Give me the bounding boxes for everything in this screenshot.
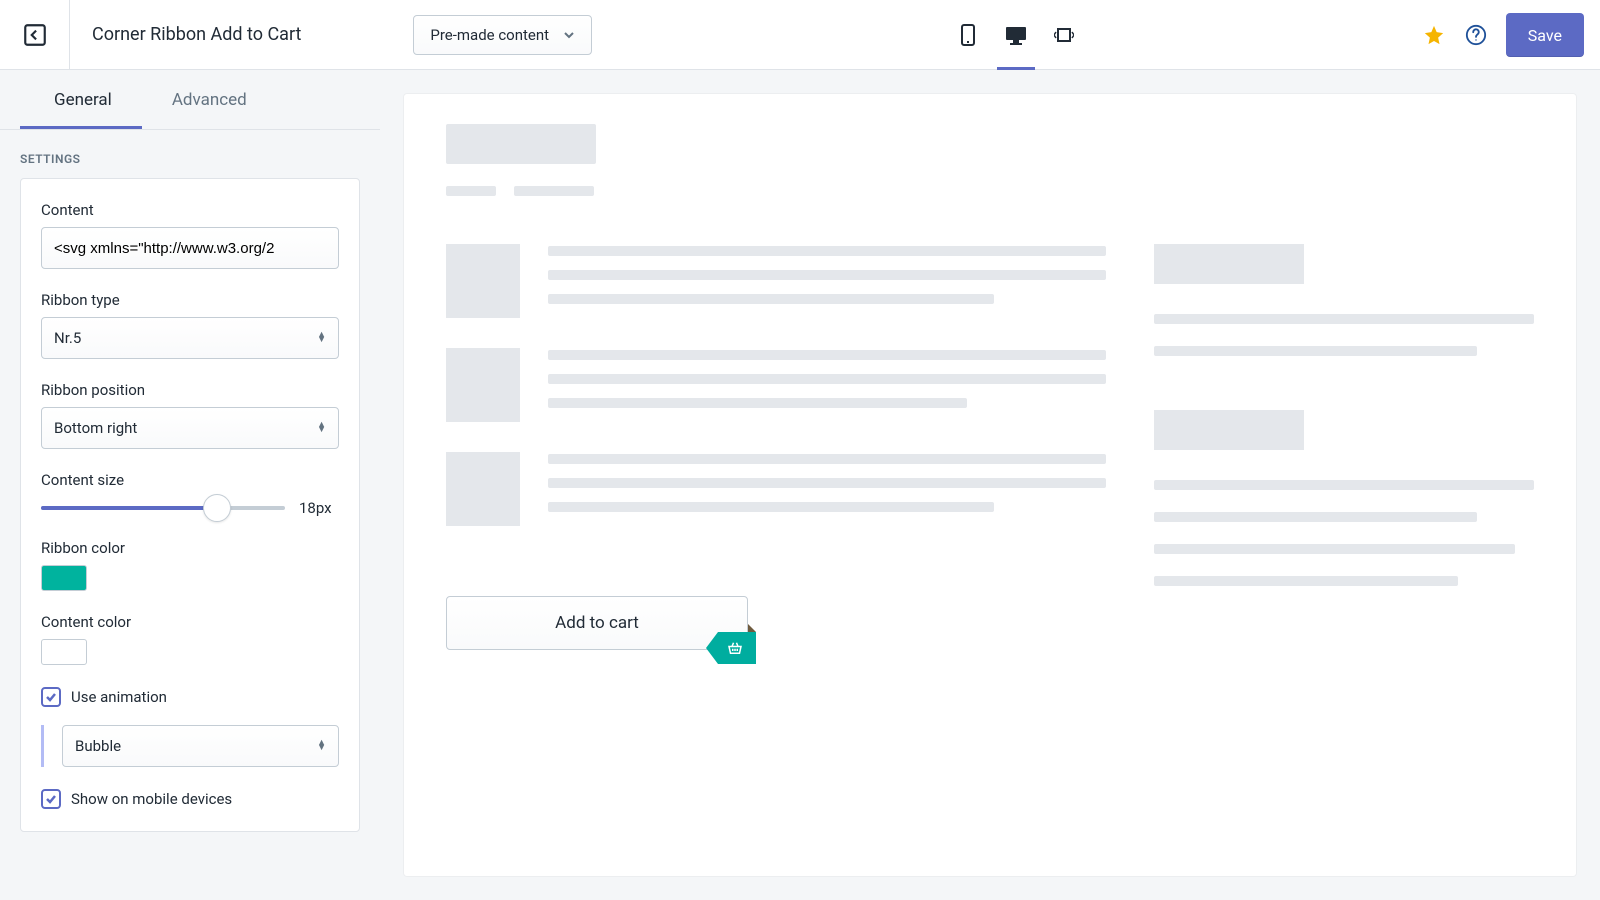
fullwidth-view-button[interactable] xyxy=(1051,0,1077,70)
animation-nested: Bubble ▲▼ xyxy=(41,725,339,767)
placeholder-item xyxy=(446,452,1106,526)
content-size-label: Content size xyxy=(41,471,339,489)
settings-card: Content Ribbon type Nr.5 ▲▼ Ribbon posit… xyxy=(20,178,360,832)
content-input-wrap xyxy=(41,227,339,269)
settings-heading: SETTINGS xyxy=(0,130,380,178)
placeholder-box xyxy=(1154,410,1304,450)
slider-thumb[interactable] xyxy=(203,494,231,522)
back-button[interactable] xyxy=(0,0,70,70)
updown-icon: ▲▼ xyxy=(317,423,326,433)
placeholder-title xyxy=(446,124,596,164)
back-icon xyxy=(22,22,48,48)
help-button[interactable] xyxy=(1464,23,1488,47)
desktop-icon xyxy=(1005,25,1027,45)
add-to-cart-preview: Add to cart xyxy=(446,596,748,650)
viewport-switcher xyxy=(955,0,1077,70)
placeholder-item xyxy=(446,244,1106,318)
field-ribbon-type: Ribbon type Nr.5 ▲▼ xyxy=(41,291,339,359)
use-animation-checkbox-row: Use animation xyxy=(41,687,339,707)
preview-canvas: Add to cart xyxy=(404,94,1576,876)
check-icon xyxy=(45,691,57,703)
field-ribbon-position: Ribbon position Bottom right ▲▼ xyxy=(41,381,339,449)
updown-icon: ▲▼ xyxy=(317,741,326,751)
ribbon-type-select[interactable]: Nr.5 ▲▼ xyxy=(41,317,339,359)
ribbon-color-label: Ribbon color xyxy=(41,539,339,557)
help-icon xyxy=(1465,24,1487,46)
field-content-size: Content size 18px xyxy=(41,471,339,517)
premade-content-dropdown[interactable]: Pre-made content xyxy=(413,15,592,55)
field-content: Content xyxy=(41,201,339,269)
mobile-icon xyxy=(959,24,977,46)
slider-fill xyxy=(41,506,217,510)
content-color-label: Content color xyxy=(41,613,339,631)
tab-advanced[interactable]: Advanced xyxy=(142,70,277,129)
chevron-down-icon xyxy=(563,29,575,41)
content-label: Content xyxy=(41,201,339,219)
desktop-view-button[interactable] xyxy=(1003,0,1029,70)
ribbon-position-select[interactable]: Bottom right ▲▼ xyxy=(41,407,339,449)
topbar: Corner Ribbon Add to Cart Pre-made conte… xyxy=(0,0,1600,70)
star-icon xyxy=(1423,24,1445,46)
show-mobile-checkbox[interactable] xyxy=(41,789,61,809)
check-icon xyxy=(45,793,57,805)
show-mobile-checkbox-row: Show on mobile devices xyxy=(41,789,339,809)
animation-type-select[interactable]: Bubble ▲▼ xyxy=(62,725,339,767)
topbar-actions: Save xyxy=(1422,0,1584,70)
star-button[interactable] xyxy=(1422,23,1446,47)
add-to-cart-button[interactable]: Add to cart xyxy=(446,596,748,650)
show-mobile-label: Show on mobile devices xyxy=(71,790,232,808)
page-title: Corner Ribbon Add to Cart xyxy=(70,24,323,45)
settings-sidebar: General Advanced SETTINGS Content Ribbon… xyxy=(0,70,380,900)
use-animation-label: Use animation xyxy=(71,688,167,706)
expand-icon xyxy=(1054,26,1074,44)
updown-icon: ▲▼ xyxy=(317,333,326,343)
ribbon-fold xyxy=(748,624,756,632)
preview-pane: Add to cart xyxy=(380,70,1600,900)
field-ribbon-color: Ribbon color xyxy=(41,539,339,591)
use-animation-checkbox[interactable] xyxy=(41,687,61,707)
placeholder-rows: Add to cart xyxy=(446,244,1534,650)
ribbon-position-label: Ribbon position xyxy=(41,381,339,399)
mobile-view-button[interactable] xyxy=(955,0,981,70)
main-layout: General Advanced SETTINGS Content Ribbon… xyxy=(0,70,1600,900)
placeholder-box xyxy=(1154,244,1304,284)
save-button[interactable]: Save xyxy=(1506,13,1584,57)
premade-label: Pre-made content xyxy=(430,26,549,44)
placeholder-chips xyxy=(446,186,1534,196)
tab-general[interactable]: General xyxy=(0,70,142,129)
settings-tabs: General Advanced xyxy=(0,70,380,130)
ribbon-type-label: Ribbon type xyxy=(41,291,339,309)
basket-icon xyxy=(726,639,744,657)
slider-track[interactable] xyxy=(41,506,285,510)
content-input[interactable] xyxy=(54,240,326,257)
ribbon-color-swatch[interactable] xyxy=(41,565,87,591)
content-color-swatch[interactable] xyxy=(41,639,87,665)
slider-value: 18px xyxy=(299,499,339,517)
field-content-color: Content color xyxy=(41,613,339,665)
placeholder-item xyxy=(446,348,1106,422)
content-size-slider[interactable]: 18px xyxy=(41,499,339,517)
